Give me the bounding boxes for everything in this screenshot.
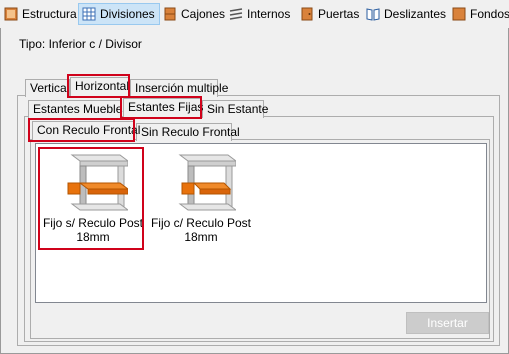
toolbar-item-label: Puertas xyxy=(318,7,360,21)
tab-label: Sin Estante xyxy=(207,102,269,116)
toolbar-item-label: Deslizantes xyxy=(384,7,447,21)
grid-icon xyxy=(82,7,96,21)
toolbar-puertas-button[interactable]: Puertas xyxy=(300,4,359,24)
item-caption: Fijo s/ Reculo Post xyxy=(42,216,144,230)
toolbar-divisiones-button[interactable]: Divisiones xyxy=(78,3,160,25)
item-caption: 18mm xyxy=(184,230,218,244)
tab-label: Estantes Muebles xyxy=(33,102,129,116)
item-caption: Fijo c/ Reculo Post xyxy=(150,216,252,230)
tab-con-reculo-frontal[interactable]: Con Reculo Frontal xyxy=(32,121,140,141)
toolbar-estructura-button[interactable]: Estructura xyxy=(4,4,77,24)
toolbar-deslizantes-button[interactable]: Deslizantes xyxy=(366,4,446,24)
toolbar-item-label: Divisiones xyxy=(100,7,155,21)
toolbar-internos-button[interactable]: Internos xyxy=(229,4,290,24)
tipo-label: Tipo: Inferior c / Divisor xyxy=(19,37,142,51)
tab-label: Inserción multiple xyxy=(135,81,229,95)
list-item-fijo-s-reculo[interactable]: Fijo s/ Reculo Post 18mm xyxy=(41,149,145,249)
list-item-fijo-c-reculo[interactable]: Fijo c/ Reculo Post 18mm xyxy=(149,149,253,249)
toolbar-item-label: Estructura xyxy=(22,7,77,21)
toolbar-item-label: Internos xyxy=(247,7,291,21)
tab-estantes-fijas[interactable]: Estantes Fijas xyxy=(123,98,204,118)
tab-horizontal[interactable]: Horizontal xyxy=(70,77,130,97)
insert-button[interactable]: Insertar xyxy=(406,312,489,334)
tab-label: Estantes Fijas xyxy=(128,100,204,114)
sliding-doors-icon xyxy=(366,8,380,21)
tab-label: Con Reculo Frontal xyxy=(37,123,141,137)
back-panel-icon xyxy=(452,7,466,21)
tab-label: Horizontal xyxy=(75,79,130,93)
tab-label: Sin Reculo Frontal xyxy=(141,125,240,139)
tab-estantes-muebles[interactable]: Estantes Muebles xyxy=(28,100,128,118)
shelves-icon xyxy=(229,8,243,20)
tab-sin-reculo-frontal[interactable]: Sin Reculo Frontal xyxy=(136,123,240,141)
toolbar-item-label: Fondos xyxy=(470,7,509,21)
tab-insercion-multiple[interactable]: Inserción multiple xyxy=(130,79,228,97)
tab-sin-estante[interactable]: Sin Estante xyxy=(202,100,268,118)
toolbar-cajones-button[interactable]: Cajones xyxy=(163,4,225,24)
fixed-shelf-icon xyxy=(67,154,128,211)
tab-vertical[interactable]: Vertical xyxy=(25,79,70,97)
drawer-icon xyxy=(164,7,176,21)
toolbar-item-label: Cajones xyxy=(181,7,226,21)
item-caption: 18mm xyxy=(76,230,110,244)
toolbar-fondos-button[interactable]: Fondos xyxy=(452,4,509,24)
shelf-type-list: Fijo s/ Reculo Post 18mm Fijo c/ Reculo … xyxy=(35,143,487,303)
toolbar: Estructura Divisiones Cajones Internos P… xyxy=(0,0,509,28)
fixed-shelf-recessed-icon xyxy=(178,154,236,211)
structure-icon xyxy=(4,7,18,21)
tab-label: Vertical xyxy=(30,81,70,95)
door-icon xyxy=(301,7,313,21)
